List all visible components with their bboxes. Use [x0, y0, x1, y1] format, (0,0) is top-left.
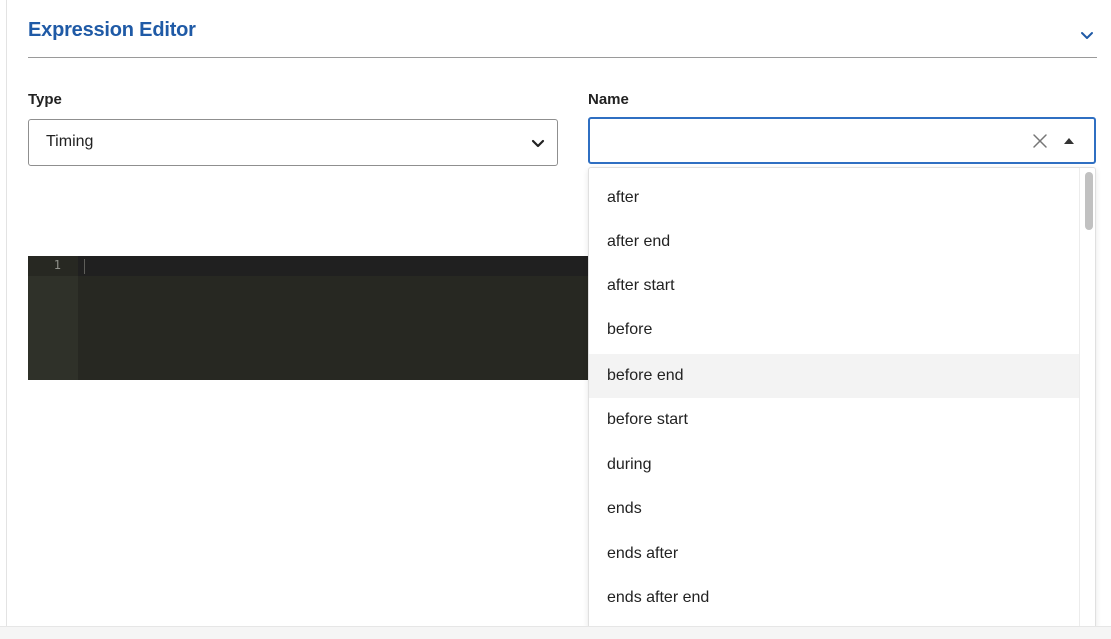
- dropdown-option[interactable]: ends after end: [589, 576, 1079, 620]
- code-editor[interactable]: 1: [28, 256, 588, 380]
- expression-editor-header[interactable]: Expression Editor: [28, 0, 1097, 58]
- section-title: Expression Editor: [28, 19, 196, 41]
- dropdown-option[interactable]: ends: [589, 487, 1079, 531]
- caret-up-icon[interactable]: [1063, 136, 1075, 146]
- dropdown-option[interactable]: after start: [589, 264, 1079, 308]
- dropdown-option-hovered[interactable]: before end: [589, 354, 1079, 398]
- dropdown-option[interactable]: ends after: [589, 532, 1079, 576]
- type-selected-value: Timing: [46, 133, 94, 150]
- expression-editor-panel: Expression Editor Type Timing Name 1 aft…: [0, 0, 1111, 639]
- text-cursor: [84, 259, 85, 274]
- close-icon[interactable]: [1031, 132, 1049, 150]
- gutter-active-line: 1: [28, 256, 78, 276]
- chevron-down-icon[interactable]: [1079, 27, 1095, 43]
- panel-footer-strip: [0, 626, 1111, 639]
- name-label: Name: [588, 91, 629, 108]
- dropdown-option[interactable]: before: [589, 308, 1079, 352]
- type-label: Type: [28, 91, 62, 108]
- line-number: 1: [53, 258, 61, 272]
- panel-left-border: [6, 0, 7, 626]
- scrollbar-thumb[interactable]: [1085, 172, 1093, 230]
- dropdown-scrollbar[interactable]: [1079, 168, 1095, 627]
- name-dropdown-menu: after after end after start before befor…: [588, 167, 1096, 627]
- dropdown-option[interactable]: after: [589, 176, 1079, 220]
- chevron-down-icon: [531, 139, 545, 148]
- dropdown-option[interactable]: before start: [589, 398, 1079, 442]
- editor-gutter: 1: [28, 256, 78, 380]
- dropdown-option[interactable]: after end: [589, 220, 1079, 264]
- type-select[interactable]: Timing: [28, 119, 558, 166]
- editor-active-line[interactable]: [78, 256, 588, 276]
- name-combobox-input[interactable]: [588, 117, 1096, 164]
- dropdown-option[interactable]: during: [589, 443, 1079, 487]
